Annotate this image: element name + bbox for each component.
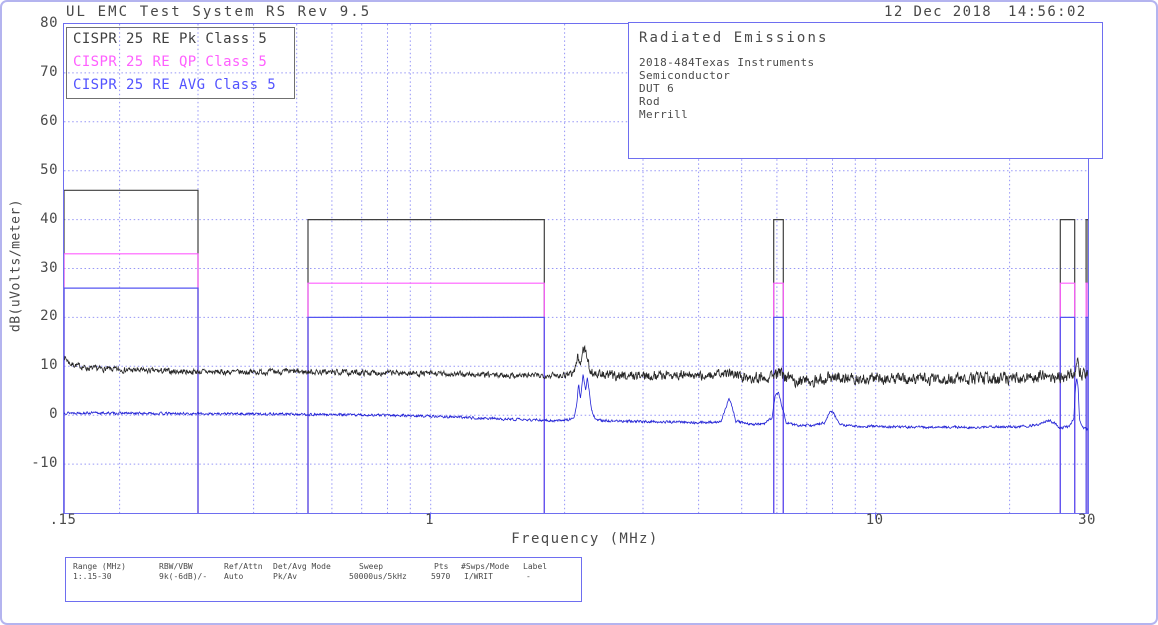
page-title: UL EMC Test System RS Rev 9.5 — [66, 4, 371, 20]
col-range-value: 1:.15-30 — [73, 572, 112, 581]
sweep-settings-table: Range (MHz) RBW/VBW Ref/Attn Det/Avg Mod… — [65, 557, 582, 602]
y-tick-20: 20 — [18, 308, 58, 324]
y-tick--10: -10 — [18, 455, 58, 471]
x-tickmark-10 — [875, 513, 876, 519]
header-time: 14:56:02 — [1008, 4, 1087, 20]
col-swps-header: #Swps/Mode — [461, 562, 509, 571]
y-tick-40: 40 — [18, 211, 58, 227]
col-range-header: Range (MHz) — [73, 562, 126, 571]
x-tick-30: 30 — [1065, 512, 1109, 528]
col-det-value: Pk/Av — [273, 572, 297, 581]
col-swps-value: I/WRIT — [464, 572, 493, 581]
col-sweep-header: Sweep — [359, 562, 383, 571]
test-info-box: Radiated Emissions 2018-484Texas Instrum… — [628, 22, 1103, 159]
test-info-dut: DUT 6 — [639, 82, 674, 95]
trace-legend: CISPR 25 RE Pk Class 5 CISPR 25 RE QP Cl… — [66, 27, 295, 99]
col-sweep-value: 50000us/5kHz — [349, 572, 407, 581]
legend-item-pk: CISPR 25 RE Pk Class 5 — [73, 31, 267, 51]
x-tick-.15: .15 — [41, 512, 85, 528]
x-axis-label: Frequency (MHz) — [455, 531, 715, 547]
test-info-company: Semiconductor — [639, 69, 730, 82]
legend-item-avg: CISPR 25 RE AVG Class 5 — [73, 77, 276, 97]
x-tickmark-1 — [430, 513, 431, 519]
y-tick-30: 30 — [18, 260, 58, 276]
col-pts-value: 5970 — [431, 572, 450, 581]
header-date: 12 Dec 2018 — [884, 4, 992, 20]
col-rbw-value: 9k(-6dB)/- — [159, 572, 207, 581]
col-ref-value: Auto — [224, 572, 243, 581]
col-label-value: - — [526, 572, 531, 581]
col-ref-header: Ref/Attn — [224, 562, 263, 571]
y-tick-60: 60 — [18, 113, 58, 129]
test-info-engineer: Merrill — [639, 108, 688, 121]
col-det-header: Det/Avg Mode — [273, 562, 331, 571]
y-tick-10: 10 — [18, 357, 58, 373]
legend-item-qp: CISPR 25 RE QP Class 5 — [73, 54, 267, 74]
col-pts-header: Pts — [434, 562, 448, 571]
y-tick-50: 50 — [18, 162, 58, 178]
y-tick-80: 80 — [18, 15, 58, 31]
test-info-antenna: Rod — [639, 95, 660, 108]
test-info-title: Radiated Emissions — [639, 30, 829, 46]
y-tick-70: 70 — [18, 64, 58, 80]
test-info-project: 2018-484Texas Instruments — [639, 56, 815, 69]
emc-test-system-screen: UL EMC Test System RS Rev 9.5 12 Dec 201… — [0, 0, 1158, 625]
col-rbw-header: RBW/VBW — [159, 562, 193, 571]
y-tick-0: 0 — [18, 406, 58, 422]
col-label-header: Label — [523, 562, 547, 571]
